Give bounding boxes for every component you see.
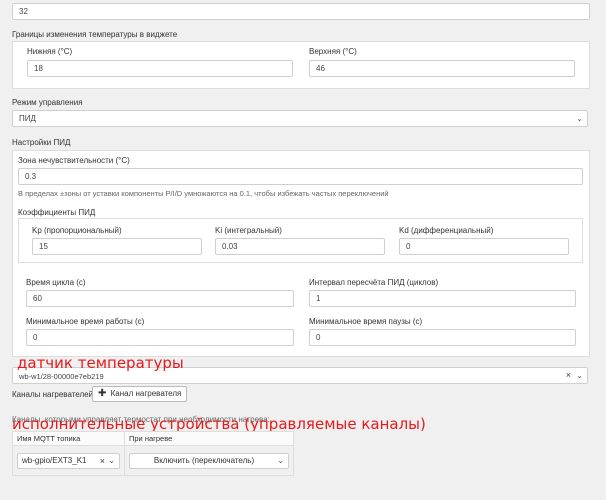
coefficients-title: Коэффициенты ПИД xyxy=(18,208,96,217)
recalc-interval-input[interactable]: 1 xyxy=(309,290,576,307)
table-header-row: Имя MQTT топика При нагреве xyxy=(12,431,294,446)
control-mode-select[interactable]: ПИД ⌄ xyxy=(12,110,588,127)
chevron-down-icon: ⌄ xyxy=(277,455,284,465)
control-mode-value: ПИД xyxy=(19,114,36,123)
min-off-time-input[interactable]: 0 xyxy=(309,329,576,346)
kp-input[interactable]: 15 xyxy=(32,238,202,255)
min-off-time-label: Минимальное время паузы (с) xyxy=(309,317,423,326)
deadband-label: Зона нечувствительности (°C) xyxy=(18,156,130,165)
top-value-input[interactable]: 32 xyxy=(12,3,590,20)
recalc-interval-label: Интервал пересчёта ПИД (циклов) xyxy=(309,278,439,287)
bounds-title: Границы изменения температуры в виджете xyxy=(12,30,178,39)
add-heater-button-label: Канал нагревателя xyxy=(110,389,182,398)
topic-value: wb-gpio/EXT3_K1 xyxy=(22,455,87,465)
lower-bound-input[interactable]: 18 xyxy=(27,60,293,77)
add-heater-button[interactable]: ✚ Канал нагревателя xyxy=(92,386,188,402)
topic-select[interactable]: wb-gpio/EXT3_K1 × ⌄ xyxy=(17,452,120,469)
heaters-label: Каналы нагревателей xyxy=(12,390,94,399)
action-cell: Включить (переключатель) ⌄ xyxy=(124,445,294,476)
lower-bound-label: Нижняя (°C) xyxy=(27,47,73,56)
cycle-time-label: Время цикла (с) xyxy=(26,278,86,287)
heaters-table: Имя MQTT топика При нагреве wb-gpio/EXT3… xyxy=(12,431,294,476)
chevron-down-icon: ⌄ xyxy=(576,371,583,380)
cycle-time-input[interactable]: 60 xyxy=(26,290,294,307)
upper-bound-label: Верхняя (°C) xyxy=(309,47,357,56)
min-on-time-label: Минимальное время работы (с) xyxy=(26,317,145,326)
table-row: wb-gpio/EXT3_K1 × ⌄ Включить (переключат… xyxy=(12,445,294,476)
deadband-input[interactable]: 0.3 xyxy=(18,168,583,185)
kd-label: Kd (дифференциальный) xyxy=(399,226,494,235)
control-mode-label: Режим управления xyxy=(12,98,83,107)
action-value: Включить (переключатель) xyxy=(153,455,255,465)
clear-icon[interactable]: × xyxy=(100,454,105,468)
ki-label: Ki (интегральный) xyxy=(215,226,282,235)
clear-icon[interactable]: × xyxy=(566,368,571,383)
plus-icon: ✚ xyxy=(98,388,107,399)
ki-input[interactable]: 0.03 xyxy=(215,238,385,255)
kp-label: Kp (пропорциональный) xyxy=(32,226,122,235)
topic-cell: wb-gpio/EXT3_K1 × ⌄ xyxy=(12,445,125,476)
sensor-annotation: датчик температуры xyxy=(17,354,184,372)
column-header-action: При нагреве xyxy=(124,431,294,446)
upper-bound-input[interactable]: 46 xyxy=(309,60,575,77)
min-on-time-input[interactable]: 0 xyxy=(26,329,294,346)
column-header-topic: Имя MQTT топика xyxy=(12,431,125,446)
chevron-down-icon: ⌄ xyxy=(108,455,115,465)
action-select[interactable]: Включить (переключатель) ⌄ xyxy=(129,452,289,469)
kd-input[interactable]: 0 xyxy=(399,238,569,255)
deadband-help: В пределах ±зоны от уставки компоненты P… xyxy=(18,189,389,198)
chevron-down-icon: ⌄ xyxy=(576,114,583,123)
pid-title: Настройки ПИД xyxy=(12,138,71,147)
